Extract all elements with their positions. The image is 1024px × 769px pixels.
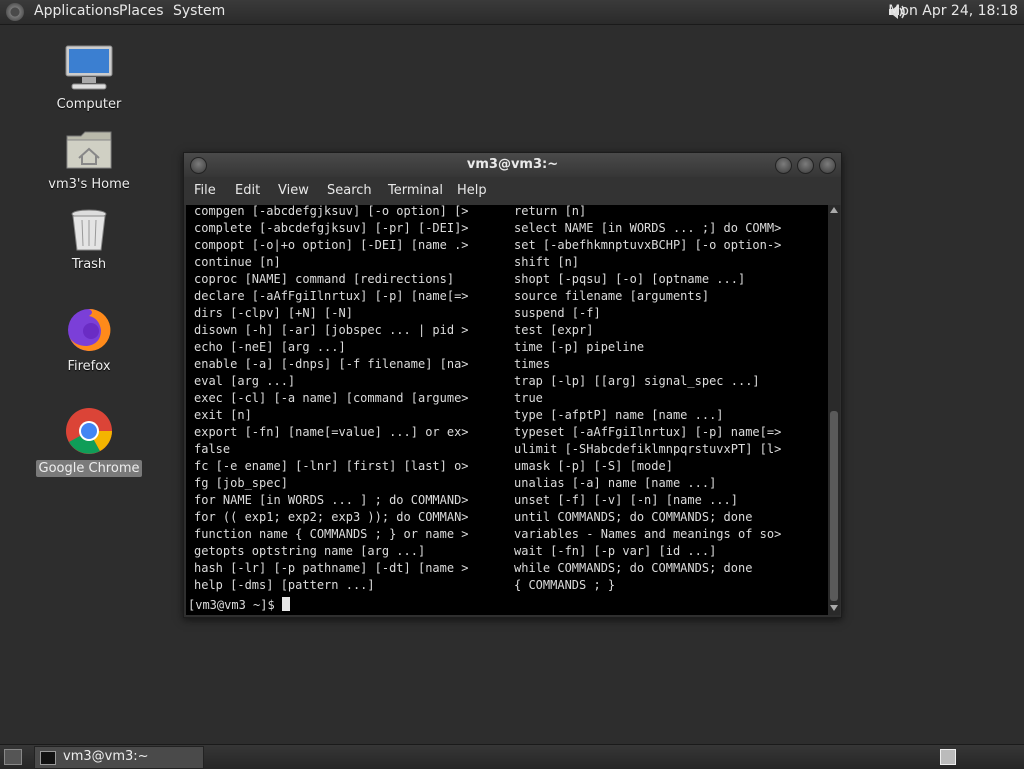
computer-icon <box>65 45 113 90</box>
terminal-line: help [-dms] [pattern ...] <box>194 578 375 592</box>
terminal-line: declare [-aAfFgiIlnrtux] [-p] [name[=> <box>194 289 469 303</box>
top-panel: Applications Places System Mon Apr 24, 1… <box>0 0 1024 25</box>
home-folder-icon <box>66 131 112 169</box>
terminal-line: dirs [-clpv] [+N] [-N] <box>194 306 353 320</box>
shell-prompt: [vm3@vm3 ~]$ <box>188 598 282 612</box>
places-menu[interactable]: Places <box>119 3 164 19</box>
menu-help[interactable]: Help <box>457 183 487 198</box>
applications-menu[interactable]: Applications <box>34 3 120 19</box>
desktop-icon-firefox[interactable]: Firefox <box>34 306 144 375</box>
terminal-line: hash [-lr] [-p pathname] [-dt] [name > <box>194 561 469 575</box>
terminal-line: fc [-e ename] [-lnr] [first] [last] o> <box>194 459 469 473</box>
terminal-line: while COMMANDS; do COMMANDS; done <box>514 561 753 575</box>
desktop-icon-label: Computer <box>56 97 122 112</box>
terminal-line: fg [job_spec] <box>194 476 288 490</box>
chrome-icon <box>66 408 112 454</box>
desktop-icon-trash[interactable]: Trash <box>34 208 144 273</box>
terminal-line: compopt [-o|+o option] [-DEI] [name .> <box>194 238 469 252</box>
terminal-line: disown [-h] [-ar] [jobspec ... | pid > <box>194 323 469 337</box>
terminal-line: exit [n] <box>194 408 252 422</box>
terminal-line: for (( exp1; exp2; exp3 )); do COMMAN> <box>194 510 469 524</box>
terminal-line: test [expr] <box>514 323 594 337</box>
desktop-icon-computer[interactable]: Computer <box>34 44 144 113</box>
terminal-line: enable [-a] [-dnps] [-f filename] [na> <box>194 357 469 371</box>
terminal-line: unalias [-a] name [name ...] <box>514 476 717 490</box>
taskbar-item-label: vm3@vm3:~ <box>63 749 149 764</box>
window-titlebar[interactable]: vm3@vm3:~ <box>184 153 841 177</box>
terminal-line: set [-abefhkmnptuvxBCHP] [-o option-> <box>514 238 782 252</box>
terminal-line: coproc [NAME] command [redirections] <box>194 272 455 286</box>
menu-edit[interactable]: Edit <box>235 183 260 198</box>
terminal-line: { COMMANDS ; } <box>514 578 616 592</box>
terminal-line: wait [-fn] [-p var] [id ...] <box>514 544 717 558</box>
menu-file[interactable]: File <box>194 183 216 198</box>
maximize-button[interactable] <box>797 157 814 174</box>
terminal-line: return [n] <box>514 205 587 218</box>
window-title: vm3@vm3:~ <box>466 157 559 172</box>
menu-terminal[interactable]: Terminal <box>388 183 443 198</box>
clock[interactable]: Mon Apr 24, 18:18 <box>888 3 1018 19</box>
terminal-line: unset [-f] [-v] [-n] [name ...] <box>514 493 738 507</box>
terminal-line: time [-p] pipeline <box>514 340 645 354</box>
terminal-output[interactable]: compgen [-abcdefgjksuv] [-o option] [> co… <box>186 205 828 615</box>
terminal-menubar: File Edit View Search Terminal Help <box>184 177 841 205</box>
terminal-line: function name { COMMANDS ; } or name > <box>194 527 469 541</box>
desktop-icon-label: Trash <box>71 257 107 272</box>
desktop-icon-label: Firefox <box>67 359 111 374</box>
bottom-panel: vm3@vm3:~ <box>0 744 1024 769</box>
system-menu[interactable]: System <box>173 3 225 19</box>
close-button[interactable] <box>819 157 836 174</box>
trash-icon <box>71 209 107 251</box>
terminal-line: select NAME [in WORDS ... ;] do COMM> <box>514 221 782 235</box>
terminal-line: getopts optstring name [arg ...] <box>194 544 426 558</box>
workspace-switcher[interactable] <box>940 749 956 765</box>
terminal-line: for NAME [in WORDS ... ] ; do COMMAND> <box>194 493 469 507</box>
terminal-line: until COMMANDS; do COMMANDS; done <box>514 510 753 524</box>
desktop-icon-google-chrome[interactable]: Google Chrome <box>34 406 144 477</box>
desktop-icon-label: Google Chrome <box>35 460 143 477</box>
terminal-icon <box>40 751 56 765</box>
terminal-line: trap [-lp] [[arg] signal_spec ...] <box>514 374 760 388</box>
terminal-line: umask [-p] [-S] [mode] <box>514 459 673 473</box>
desktop-icon-home[interactable]: vm3's Home <box>34 128 144 193</box>
scroll-down-arrow-icon[interactable] <box>830 605 838 611</box>
desktop-icon-label: vm3's Home <box>48 177 130 192</box>
terminal-line: ulimit [-SHabcdefiklmnpqrstuvxPT] [l> <box>514 442 782 456</box>
terminal-line: source filename [arguments] <box>514 289 710 303</box>
terminal-line: variables - Names and meanings of so> <box>514 527 782 541</box>
terminal-line: type [-afptP] name [name ...] <box>514 408 724 422</box>
show-desktop-icon[interactable] <box>4 749 22 765</box>
terminal-line: exec [-cl] [-a name] [command [argume> <box>194 391 469 405</box>
terminal-line: continue [n] <box>194 255 281 269</box>
firefox-icon <box>68 308 111 351</box>
terminal-line: compgen [-abcdefgjksuv] [-o option] [> <box>194 205 469 218</box>
terminal-line: shopt [-pqsu] [-o] [optname ...] <box>514 272 746 286</box>
terminal-line: eval [arg ...] <box>194 374 296 388</box>
prompt-line[interactable]: [vm3@vm3 ~]$ <box>188 597 290 614</box>
terminal-line: false <box>194 442 231 456</box>
distro-logo-icon[interactable] <box>6 3 24 21</box>
menu-search[interactable]: Search <box>327 183 372 198</box>
terminal-line: echo [-neE] [arg ...] <box>194 340 346 354</box>
scrollbar-thumb[interactable] <box>830 411 838 601</box>
scroll-up-arrow-icon[interactable] <box>830 207 838 213</box>
terminal-line: export [-fn] [name[=value] ...] or ex> <box>194 425 469 439</box>
terminal-line: complete [-abcdefgjksuv] [-pr] [-DEI]> <box>194 221 469 235</box>
terminal-line: shift [n] <box>514 255 580 269</box>
text-cursor <box>281 597 290 611</box>
taskbar-item-terminal[interactable]: vm3@vm3:~ <box>34 746 204 769</box>
terminal-line: typeset [-aAfFgiIlnrtux] [-p] name[=> <box>514 425 782 439</box>
menu-view[interactable]: View <box>278 183 309 198</box>
terminal-window[interactable]: vm3@vm3:~ File Edit View Search Terminal… <box>183 152 842 618</box>
minimize-button[interactable] <box>775 157 792 174</box>
terminal-scrollbar[interactable] <box>828 205 840 615</box>
terminal-line: true <box>514 391 543 405</box>
terminal-line: suspend [-f] <box>514 306 601 320</box>
terminal-line: times <box>514 357 551 371</box>
